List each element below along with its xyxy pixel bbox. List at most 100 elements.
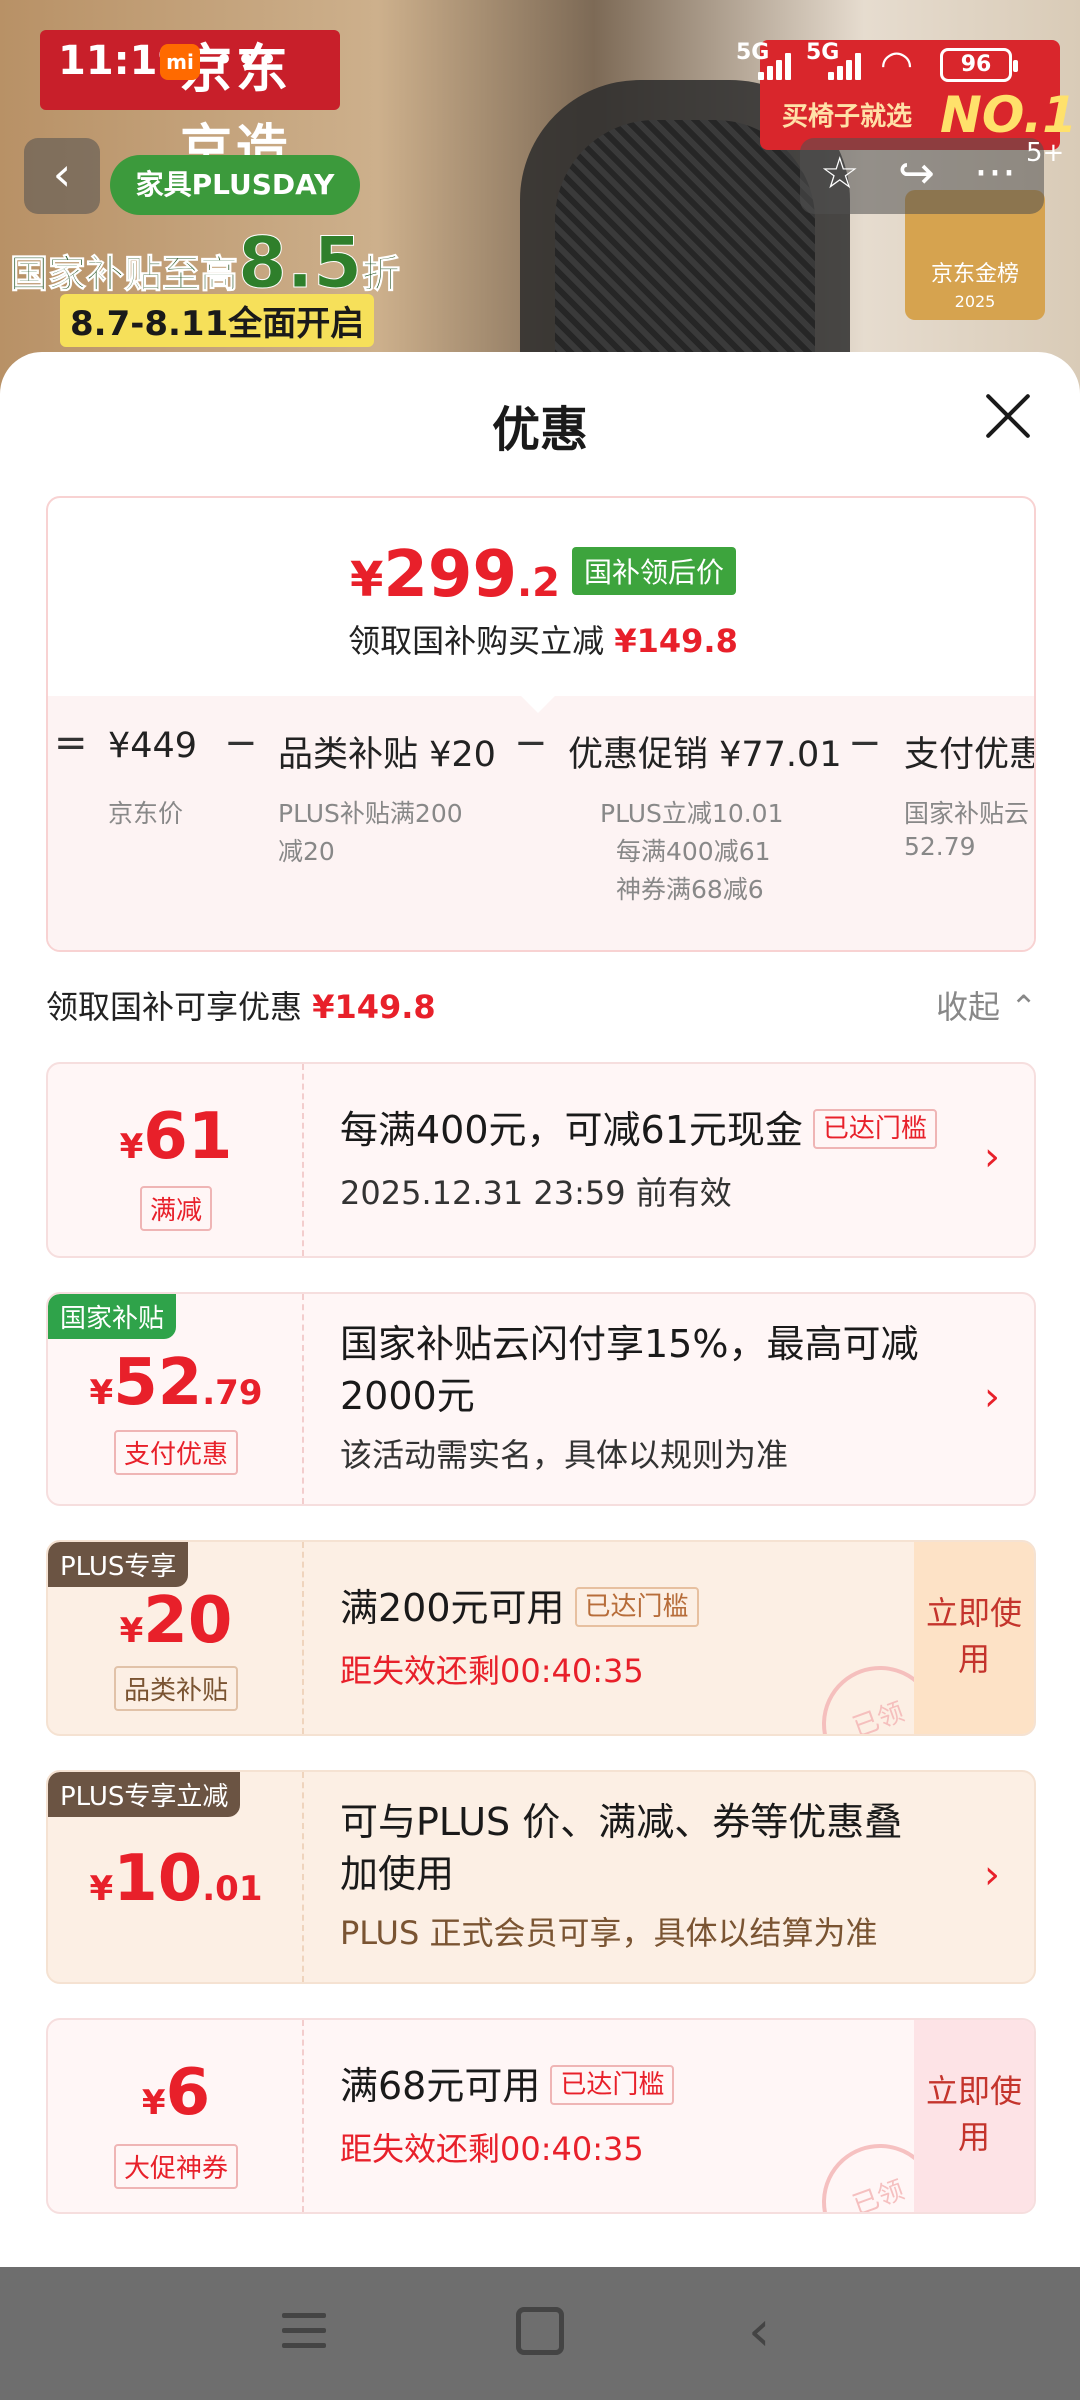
coupon-countdown: 距失效还剩00:40:35 bbox=[340, 1652, 644, 1690]
final-price-decimal: .2 bbox=[516, 560, 560, 606]
section-amount: ¥149.8 bbox=[312, 988, 436, 1026]
coupon-value: ¥52.79 bbox=[48, 1346, 304, 1420]
saved-amount: ¥149.8 bbox=[614, 622, 738, 660]
more-notifications-icon: ••• bbox=[214, 40, 281, 80]
coupon-amount: 61 bbox=[143, 1100, 233, 1174]
coupon-card-plus-category[interactable]: PLUS专享 ¥20 品类补贴 满200元可用 已达门槛 距失效还剩00:40:3… bbox=[46, 1540, 1036, 1736]
share-icon[interactable]: ↪ bbox=[898, 148, 935, 199]
coupon-kind-badge: 满减 bbox=[139, 1186, 213, 1231]
status-bar: 11:19 mi ••• 5G 5G ◠ 96 bbox=[0, 0, 1080, 120]
top-action-bar: ☆ ↪ ··· bbox=[800, 138, 1044, 214]
plus-day-banner: 家具PLUSDAY bbox=[110, 155, 360, 215]
recent-apps-icon[interactable] bbox=[282, 2313, 326, 2358]
coupon-title-text: 每满400元，可减61元现金 bbox=[340, 1108, 803, 1152]
signal-icon-2 bbox=[828, 50, 868, 80]
threshold-reached-badge: 已达门槛 bbox=[550, 2065, 675, 2105]
coupon-amount: 10 bbox=[113, 1842, 203, 1916]
chevron-right-icon[interactable]: › bbox=[984, 1134, 1000, 1180]
system-nav-bar: ‹ bbox=[0, 2267, 1080, 2400]
use-now-button[interactable]: 立即使用 bbox=[914, 1542, 1034, 1734]
section-header: 领取国补可享优惠 ¥149.8 bbox=[46, 982, 436, 1028]
close-icon[interactable] bbox=[984, 392, 1032, 440]
chevron-right-icon[interactable]: › bbox=[984, 1374, 1000, 1420]
coupon-decimal: .01 bbox=[202, 1869, 263, 1909]
coupon-title: 满68元可用 已达门槛 bbox=[340, 2060, 675, 2112]
breakdown-op-minus-3: − bbox=[848, 720, 882, 766]
coupon-amount: 52 bbox=[113, 1346, 203, 1420]
final-price-tag: 国补领后价 bbox=[572, 547, 737, 595]
coupon-kind-badge: 大促神券 bbox=[113, 2144, 239, 2189]
coupon-card-full-reduction[interactable]: ¥61 满减 每满400元，可减61元现金 已达门槛 2025.12.31 23:… bbox=[46, 1062, 1036, 1258]
wifi-icon: ◠ bbox=[880, 42, 914, 86]
sheet-title: 优惠 bbox=[491, 402, 588, 458]
use-now-button[interactable]: 立即使用 bbox=[914, 2020, 1034, 2212]
breakdown-op-minus-1: − bbox=[224, 720, 258, 766]
final-price: ¥299.2 国补领后价 bbox=[48, 538, 1034, 612]
breakdown-jd-price: ¥449 bbox=[108, 726, 198, 766]
subsidy-banner: 国家补贴至高8.5折 bbox=[9, 222, 400, 305]
coupon-kind-badge: 品类补贴 bbox=[113, 1666, 239, 1711]
breakdown-category-note-1: PLUS补贴满200 bbox=[278, 799, 463, 828]
coupon-title: 每满400元，可减61元现金 已达门槛 bbox=[340, 1104, 937, 1156]
coupon-value: ¥61 bbox=[48, 1100, 304, 1174]
breakdown-jd-price-note: 京东价 bbox=[108, 799, 184, 828]
coupon-currency: ¥ bbox=[89, 1373, 114, 1413]
coupon-title: 满200元可用 已达门槛 bbox=[340, 1582, 699, 1634]
coupon-currency: ¥ bbox=[119, 1611, 144, 1651]
coupon-card-payment[interactable]: 国家补贴 ¥52.79 支付优惠 国家补贴云闪付享15%，最高可减2000元 该… bbox=[46, 1292, 1036, 1506]
chevron-up-icon: ⌃ bbox=[1010, 988, 1037, 1026]
back-button[interactable]: ‹ bbox=[24, 138, 100, 214]
coupon-card-promo-voucher[interactable]: ¥6 大促神券 满68元可用 已达门槛 距失效还剩00:40:35 已领 立即使用 bbox=[46, 2018, 1036, 2214]
threshold-reached-badge: 已达门槛 bbox=[574, 1587, 699, 1627]
breakdown-category-subsidy: 品类补贴 ¥20 bbox=[278, 735, 496, 775]
breakdown-op-equals: = bbox=[54, 720, 88, 766]
date-banner: 8.7-8.11全面开启 bbox=[60, 294, 375, 347]
threshold-reached-badge: 已达门槛 bbox=[812, 1109, 937, 1149]
breakdown-promotion-note-1: PLUS立减10.01 bbox=[600, 799, 784, 828]
breakdown-payment-note-1: 国家补贴云 bbox=[904, 799, 1030, 828]
coupon-currency: ¥ bbox=[119, 1127, 144, 1167]
collapse-label: 收起 bbox=[936, 988, 1001, 1026]
notification-count-badge: 5+ bbox=[1026, 138, 1065, 168]
coupon-value: ¥20 bbox=[48, 1584, 304, 1658]
more-menu-icon[interactable]: ··· bbox=[974, 148, 1016, 199]
home-icon[interactable] bbox=[516, 2307, 564, 2355]
subsidy-value: 8.5 bbox=[238, 222, 363, 305]
subsidy-prefix: 国家补贴至高 bbox=[9, 252, 239, 297]
coupon-validity: 2025.12.31 23:59 前有效 bbox=[340, 1174, 732, 1212]
plus-instant-tag: PLUS专享立减 bbox=[48, 1772, 241, 1817]
breakdown-promotion-note-3: 神券满68减6 bbox=[616, 875, 764, 904]
coupon-decimal: .79 bbox=[202, 1373, 263, 1413]
coupon-currency: ¥ bbox=[89, 1869, 114, 1909]
breakdown-promotion-note-2: 每满400减61 bbox=[616, 837, 771, 866]
coupon-title: 可与PLUS 价、满减、券等优惠叠加使用 bbox=[340, 1800, 903, 1896]
rank-badge-title: 京东金榜 bbox=[930, 262, 1019, 287]
coupon-value: ¥6 bbox=[48, 2056, 304, 2130]
chevron-right-icon[interactable]: › bbox=[984, 1852, 1000, 1898]
coupon-card-plus-instant[interactable]: PLUS专享立减 ¥10.01 可与PLUS 价、满减、券等优惠叠加使用 PLU… bbox=[46, 1770, 1036, 1984]
favorite-star-icon[interactable]: ☆ bbox=[820, 148, 859, 199]
coupon-countdown: 距失效还剩00:40:35 bbox=[340, 2130, 644, 2168]
discount-sheet: 优惠 ¥299.2 国补领后价 领取国补购买立减 ¥149.8 = ¥449 京东… bbox=[0, 352, 1080, 2267]
coupon-title-text: 满68元可用 bbox=[340, 2064, 541, 2108]
battery-icon: 96 bbox=[940, 48, 1018, 82]
section-label: 领取国补可享优惠 bbox=[46, 988, 303, 1026]
breakdown-payment: 支付优惠 bbox=[904, 735, 1036, 775]
breakdown-op-minus-2: − bbox=[514, 720, 548, 766]
mi-app-icon: mi bbox=[160, 44, 200, 80]
plus-exclusive-tag: PLUS专享 bbox=[48, 1542, 189, 1587]
collapse-toggle[interactable]: 收起 ⌃ bbox=[936, 982, 1037, 1028]
rank-badge-year: 2025 bbox=[954, 292, 996, 311]
national-subsidy-tag: 国家补贴 bbox=[48, 1294, 177, 1339]
coupon-title: 国家补贴云闪付享15%，最高可减2000元 bbox=[340, 1322, 919, 1418]
breakdown-promotion: 优惠促销 ¥77.01 bbox=[568, 735, 842, 775]
saved-label: 领取国补购买立减 bbox=[348, 622, 605, 660]
breakdown-payment-note-2: 52.79 bbox=[904, 832, 976, 861]
coupon-value: ¥10.01 bbox=[48, 1842, 304, 1916]
saved-amount-line: 领取国补购买立减 ¥149.8 bbox=[48, 616, 1034, 662]
price-summary-card: ¥299.2 国补领后价 领取国补购买立减 ¥149.8 = ¥449 京东价 −… bbox=[46, 496, 1036, 952]
coupon-amount: 20 bbox=[143, 1584, 233, 1658]
coupon-amount: 6 bbox=[165, 2056, 211, 2130]
back-icon[interactable]: ‹ bbox=[748, 2299, 770, 2364]
signal-icon-1 bbox=[758, 50, 798, 80]
